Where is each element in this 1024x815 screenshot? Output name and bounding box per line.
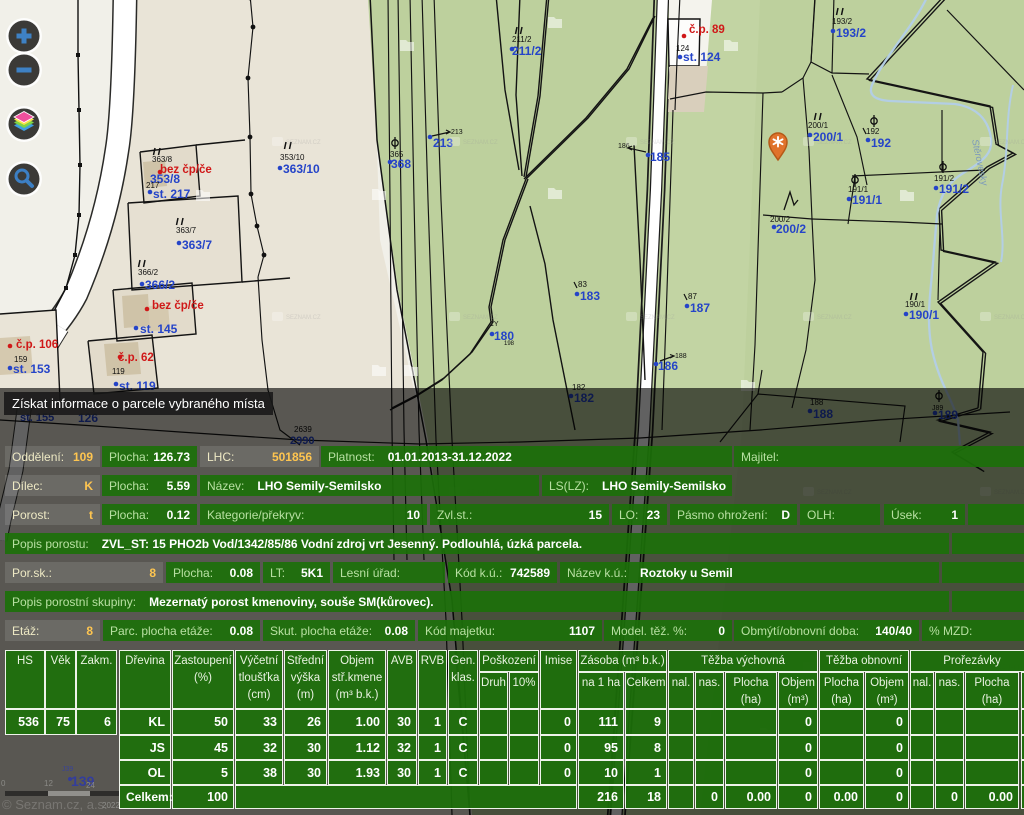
svg-text:363/8: 363/8	[152, 155, 173, 164]
svg-text:186: 186	[658, 359, 678, 373]
svg-text:SEZNAM.CZ: SEZNAM.CZ	[286, 140, 321, 146]
svg-text:1Y: 1Y	[490, 321, 499, 328]
svg-text:200/1: 200/1	[808, 121, 829, 130]
svg-text:200/2: 200/2	[776, 222, 806, 236]
svg-text:st. 124: st. 124	[683, 50, 721, 64]
svg-text:353/10: 353/10	[280, 153, 305, 162]
svg-text:363/7: 363/7	[182, 238, 212, 252]
svg-text:187: 187	[690, 301, 710, 315]
svg-text:č.p. 106: č.p. 106	[16, 339, 58, 351]
svg-text:211/2: 211/2	[512, 35, 532, 44]
svg-text:363/7: 363/7	[176, 226, 197, 235]
svg-text:366/2: 366/2	[138, 268, 159, 277]
svg-text:191/1: 191/1	[852, 193, 882, 207]
svg-text:SEZNAM.CZ: SEZNAM.CZ	[463, 140, 498, 146]
svg-text:192: 192	[871, 136, 891, 150]
svg-text:185: 185	[650, 150, 670, 164]
svg-text:368: 368	[391, 157, 411, 171]
svg-text:198: 198	[504, 341, 515, 347]
svg-text:st. 145: st. 145	[140, 322, 178, 336]
svg-text:SEZNAM.CZ: SEZNAM.CZ	[817, 315, 852, 321]
svg-text:SEZNAM.CZ: SEZNAM.CZ	[994, 315, 1024, 321]
svg-text:183: 183	[580, 289, 600, 303]
svg-text:211/2: 211/2	[512, 44, 542, 58]
svg-text:193/2: 193/2	[836, 26, 866, 40]
svg-text:bez čp/če: bez čp/če	[152, 300, 204, 312]
svg-text:SEZNAM.CZ: SEZNAM.CZ	[640, 140, 675, 146]
svg-text:č.p. 89: č.p. 89	[689, 24, 725, 36]
svg-text:SEZNAM.CZ: SEZNAM.CZ	[817, 140, 852, 146]
svg-text:SEZNAM.CZ: SEZNAM.CZ	[640, 315, 675, 321]
svg-text:213: 213	[451, 129, 463, 136]
svg-text:193/2: 193/2	[832, 17, 853, 26]
svg-text:366/2: 366/2	[145, 278, 175, 292]
svg-text:SEZNAM.CZ: SEZNAM.CZ	[286, 315, 321, 321]
svg-text:191/2: 191/2	[939, 182, 969, 196]
svg-text:190/1: 190/1	[909, 308, 939, 322]
svg-text:st. 153: st. 153	[13, 362, 51, 376]
svg-text:83: 83	[578, 280, 587, 289]
svg-text:SEZNAM.CZ: SEZNAM.CZ	[994, 140, 1024, 146]
svg-text:87: 87	[688, 292, 697, 301]
svg-text:119: 119	[112, 367, 125, 376]
svg-text:192: 192	[866, 127, 880, 136]
svg-text:363/10: 363/10	[283, 162, 320, 176]
svg-text:st. 217: st. 217	[153, 187, 191, 201]
svg-text:SEZNAM.CZ: SEZNAM.CZ	[463, 315, 498, 321]
svg-text:č.p. 62: č.p. 62	[118, 352, 154, 364]
